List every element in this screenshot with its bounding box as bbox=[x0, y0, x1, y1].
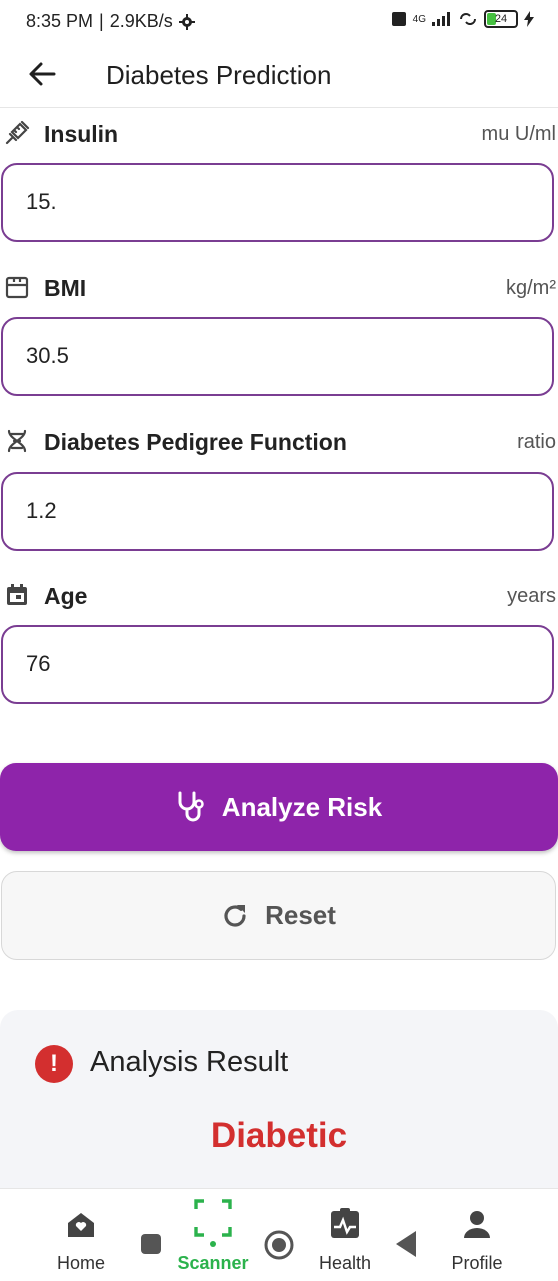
insulin-label-row: Insulin mu U/ml bbox=[0, 116, 558, 152]
field-unit: ratio bbox=[517, 431, 556, 453]
volte-icon bbox=[391, 12, 406, 26]
analyze-risk-button[interactable]: Analyze Risk bbox=[0, 763, 558, 851]
calendar-icon bbox=[7, 584, 27, 605]
status-speed: 2.9KB/s bbox=[109, 11, 173, 31]
age-label-row: Age years bbox=[0, 578, 558, 614]
pedigree-input[interactable]: 1.2 bbox=[1, 472, 554, 551]
sync-icon bbox=[460, 13, 476, 25]
field-label: BMI bbox=[44, 275, 87, 301]
nav-home[interactable]: Home bbox=[40, 1189, 122, 1281]
signal-icon bbox=[432, 12, 450, 26]
refresh-icon bbox=[224, 904, 246, 927]
result-value: Diabetic bbox=[210, 1116, 348, 1155]
dna-icon bbox=[7, 429, 27, 453]
gear-icon bbox=[178, 13, 195, 30]
back-arrow-icon[interactable] bbox=[26, 58, 58, 90]
reset-button[interactable]: Reset bbox=[1, 871, 556, 960]
analysis-result-card: ! Analysis Result Diabetic bbox=[0, 1010, 558, 1188]
result-title: Analysis Result bbox=[90, 1046, 289, 1078]
field-unit: mu U/ml bbox=[481, 123, 556, 145]
nav-health[interactable]: Health bbox=[304, 1189, 386, 1281]
status-right: 4G 24 bbox=[391, 10, 534, 28]
health-icon bbox=[331, 1208, 359, 1238]
reset-button-label: Reset bbox=[265, 900, 336, 930]
input-value: 1.2 bbox=[26, 498, 57, 523]
input-value: 15. bbox=[26, 189, 57, 214]
active-dot-icon bbox=[210, 1241, 216, 1247]
network-type: 4G bbox=[412, 13, 426, 25]
page-title: Diabetes Prediction bbox=[106, 60, 332, 90]
analyze-button-label: Analyze Risk bbox=[221, 791, 383, 822]
field-unit: kg/m² bbox=[506, 277, 556, 299]
field-unit: years bbox=[507, 585, 556, 607]
battery-icon: 24 bbox=[484, 10, 518, 28]
charging-icon bbox=[524, 11, 534, 27]
status-left: 8:35 PM | 2.9KB/s bbox=[26, 11, 195, 32]
app-bar: Diabetes Prediction bbox=[0, 44, 558, 108]
stethoscope-icon bbox=[178, 791, 204, 822]
nav-profile[interactable]: Profile bbox=[436, 1189, 518, 1281]
status-separator: | bbox=[99, 11, 104, 31]
bottom-navigation: Home Scanner Health Profile bbox=[0, 1188, 558, 1281]
pedigree-label-row: Diabetes Pedigree Function ratio bbox=[0, 424, 558, 460]
home-icon bbox=[68, 1213, 94, 1237]
reset-button-content: Reset bbox=[2, 872, 555, 959]
syringe-icon bbox=[5, 120, 30, 145]
input-value: 76 bbox=[26, 651, 51, 676]
system-square-icon[interactable] bbox=[140, 1233, 162, 1255]
analyze-button-content: Analyze Risk bbox=[0, 763, 558, 851]
nav-label: Scanner bbox=[177, 1253, 249, 1273]
nav-scanner[interactable]: Scanner bbox=[172, 1189, 254, 1281]
nav-label: Health bbox=[318, 1253, 372, 1273]
status-bar: 8:35 PM | 2.9KB/s 4G 24 bbox=[0, 0, 558, 44]
profile-icon bbox=[464, 1211, 490, 1238]
nav-label: Home bbox=[56, 1253, 105, 1273]
scale-icon bbox=[5, 276, 29, 299]
bmi-label-row: BMI kg/m² bbox=[0, 270, 558, 306]
field-label: Diabetes Pedigree Function bbox=[44, 429, 347, 455]
bmi-input[interactable]: 30.5 bbox=[1, 317, 554, 396]
insulin-input[interactable]: 15. bbox=[1, 163, 554, 242]
system-circle-icon[interactable] bbox=[263, 1229, 295, 1261]
age-input[interactable]: 76 bbox=[1, 625, 554, 704]
nav-label: Profile bbox=[451, 1253, 503, 1273]
system-back-icon[interactable] bbox=[394, 1229, 418, 1259]
field-label: Age bbox=[44, 583, 88, 609]
status-time: 8:35 PM bbox=[26, 11, 94, 31]
battery-level: 24 bbox=[494, 13, 508, 25]
input-value: 30.5 bbox=[26, 343, 69, 368]
scanner-icon bbox=[194, 1199, 232, 1237]
field-label: Insulin bbox=[44, 121, 119, 147]
alert-icon: ! bbox=[35, 1045, 73, 1083]
